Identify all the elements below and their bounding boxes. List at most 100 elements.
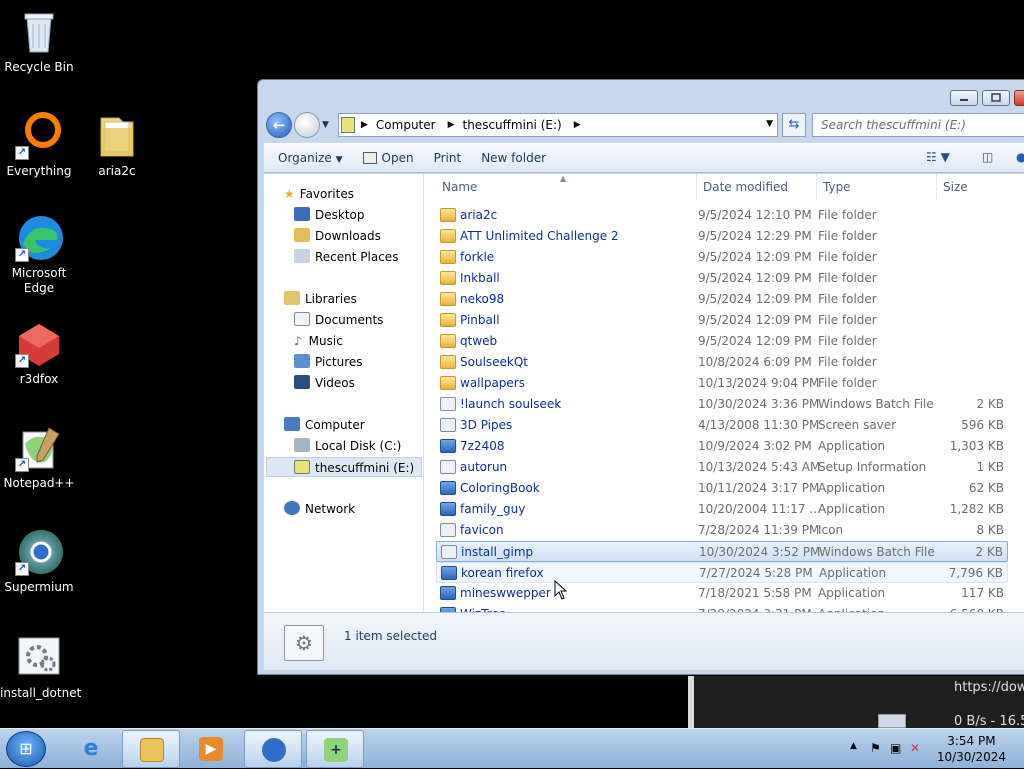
address-segment-drive[interactable]: thescuffmini (E:) bbox=[463, 118, 562, 132]
file-row[interactable]: neko98 9/5/2024 12:09 PM File folder bbox=[436, 289, 1008, 310]
taskbar-supermium[interactable] bbox=[244, 730, 302, 768]
maximize-button[interactable] bbox=[982, 90, 1010, 106]
column-divider[interactable] bbox=[696, 174, 697, 200]
clock[interactable]: 3:54 PM 10/30/2024 bbox=[937, 733, 1006, 765]
file-row[interactable]: korean firefox 7/27/2024 5:28 PM Applicati… bbox=[436, 562, 1008, 583]
address-bar[interactable]: ▶ Computer ▶ thescuffmini (E:) ▶ ▼ bbox=[338, 113, 778, 137]
file-row[interactable]: !launch soulseek 10/30/2024 3:36 PM Window… bbox=[436, 394, 1008, 415]
open-button[interactable]: Open bbox=[362, 151, 414, 165]
file-size: 2 KB bbox=[975, 545, 1003, 559]
file-type: Application bbox=[818, 604, 885, 612]
taskbar-notepadpp[interactable]: + bbox=[306, 730, 364, 768]
column-header-name[interactable]: Name bbox=[442, 180, 477, 194]
new-folder-button[interactable]: New folder bbox=[481, 151, 546, 165]
column-header-size[interactable]: Size bbox=[943, 180, 968, 194]
nav-videos[interactable]: Videos bbox=[294, 373, 355, 393]
desktop-icon-notepadpp[interactable]: ↗ Notepad++ bbox=[0, 424, 78, 491]
file-row[interactable]: 7z2408 10/9/2024 3:02 PM Application 1,303 … bbox=[436, 436, 1008, 457]
desktop-icon-aria2c[interactable]: aria2c bbox=[78, 112, 156, 179]
nav-favorites[interactable]: ★ Favorites bbox=[284, 184, 354, 204]
back-button[interactable]: ← bbox=[266, 112, 292, 138]
file-row[interactable]: install_gimp 10/30/2024 3:52 PM Windows Ba… bbox=[436, 541, 1008, 562]
preview-pane-button[interactable]: ◫ bbox=[982, 150, 993, 164]
file-type: Application bbox=[818, 439, 886, 453]
search-input[interactable]: Search thescuffmini (E:) bbox=[812, 113, 1024, 137]
nav-documents[interactable]: Documents bbox=[294, 310, 383, 330]
file-row[interactable]: Inkball 9/5/2024 12:09 PM File folder bbox=[436, 268, 1008, 289]
address-chevron-icon[interactable]: ▶ bbox=[574, 120, 581, 130]
file-row[interactable]: WizTree 7/29/2024 3:31 PM Application 6,560… bbox=[436, 604, 1008, 612]
drive-icon bbox=[294, 460, 310, 474]
start-button[interactable]: ⊞ bbox=[6, 731, 46, 767]
close-button[interactable] bbox=[1014, 90, 1024, 106]
desktop-icon bbox=[294, 207, 310, 221]
nav-music[interactable]: ♪ Music bbox=[294, 331, 343, 351]
file-row[interactable]: mineswwepper 7/18/2021 5:58 PM Application… bbox=[436, 583, 1008, 604]
file-row[interactable]: 3D Pipes 4/13/2008 11:30 PM Screen saver 59… bbox=[436, 415, 1008, 436]
file-row[interactable]: wallpapers 10/13/2024 9:04 PM File folder bbox=[436, 373, 1008, 394]
desktop-icon-everything[interactable]: ↗ Everything bbox=[0, 112, 78, 179]
action-center-flag-icon[interactable]: ⚑ bbox=[870, 741, 881, 755]
nav-pictures[interactable]: Pictures bbox=[294, 352, 363, 372]
help-button[interactable]: ● bbox=[1016, 150, 1024, 164]
forward-button[interactable] bbox=[294, 112, 320, 138]
file-list[interactable]: Name ▲ Date modified Type Size aria2c 9/5… bbox=[424, 174, 1024, 612]
address-segment-computer[interactable]: Computer bbox=[376, 118, 436, 132]
network-tray-icon[interactable]: ▣ bbox=[890, 741, 901, 755]
column-divider[interactable] bbox=[816, 174, 817, 200]
column-divider[interactable] bbox=[936, 174, 937, 200]
view-options-button[interactable]: ☷ ▼ bbox=[926, 150, 950, 164]
organize-button[interactable]: Organize ▼ bbox=[278, 151, 343, 165]
column-header-type[interactable]: Type bbox=[823, 180, 851, 194]
minimize-button[interactable] bbox=[950, 90, 978, 106]
file-row[interactable]: favicon 7/28/2024 11:39 PM Icon 8 KB bbox=[436, 520, 1008, 541]
desktop-icon-install-dotnet[interactable]: install_dotnet bbox=[0, 634, 81, 701]
background-console-window[interactable]: https://dow 0 B/s - 16.5 bbox=[688, 676, 1024, 729]
desktop-icon-supermium[interactable]: ↗ Supermium bbox=[0, 528, 78, 595]
taskbar-media-player[interactable]: ▶ bbox=[182, 730, 240, 768]
file-row[interactable]: ATT Unlimited Challenge 2 9/5/2024 12:29 … bbox=[436, 226, 1008, 247]
folder-icon bbox=[440, 334, 456, 348]
file-row[interactable]: forkle 9/5/2024 12:09 PM File folder bbox=[436, 247, 1008, 268]
column-header-date[interactable]: Date modified bbox=[703, 180, 788, 194]
file-date: 9/5/2024 12:09 PM bbox=[698, 313, 812, 327]
file-row[interactable]: Pinball 9/5/2024 12:09 PM File folder bbox=[436, 310, 1008, 331]
nav-desktop[interactable]: Desktop bbox=[294, 205, 365, 225]
recent-pages-dropdown[interactable]: ▼ bbox=[322, 120, 329, 130]
file-row[interactable]: SoulseekQt 10/8/2024 6:09 PM File folder bbox=[436, 352, 1008, 373]
nav-downloads[interactable]: Downloads bbox=[294, 226, 381, 246]
print-button[interactable]: Print bbox=[434, 151, 462, 165]
desktop-icon-microsoft-edge[interactable]: ↗ Microsoft Edge bbox=[0, 214, 78, 296]
file-type: File folder bbox=[818, 334, 877, 348]
volume-muted-icon[interactable]: ✕ bbox=[910, 741, 920, 755]
refresh-button[interactable]: ⇆ bbox=[782, 113, 806, 137]
desktop-icon-recycle-bin[interactable]: Recycle Bin bbox=[0, 8, 78, 75]
nav-libraries[interactable]: Libraries bbox=[284, 289, 357, 309]
nav-local-disk[interactable]: Local Disk (C:) bbox=[294, 436, 401, 456]
taskbar-explorer[interactable] bbox=[122, 730, 180, 768]
videos-icon bbox=[294, 375, 310, 389]
title-bar[interactable] bbox=[258, 80, 1024, 112]
supermium-icon: ↗ bbox=[15, 528, 63, 576]
file-row[interactable]: autorun 10/13/2024 5:43 AM Setup Informati… bbox=[436, 457, 1008, 478]
nav-network[interactable]: Network bbox=[284, 499, 355, 519]
nav-recent-places[interactable]: Recent Places bbox=[294, 247, 398, 267]
address-chevron-icon[interactable]: ▶ bbox=[448, 120, 455, 130]
file-row[interactable]: qtweb 9/5/2024 12:09 PM File folder bbox=[436, 331, 1008, 352]
explorer-window[interactable]: ← ▼ ▶ Computer ▶ thescuffmini (E:) ▶ ▼ ⇆… bbox=[257, 79, 1024, 675]
folder-icon bbox=[440, 229, 456, 243]
address-chevron-icon[interactable]: ▶ bbox=[361, 120, 368, 130]
explorer-body: ★ Favorites Desktop Downloads Recent Plac… bbox=[264, 174, 1024, 612]
nav-thescuffmini[interactable]: thescuffmini (E:) bbox=[266, 457, 422, 477]
file-row[interactable]: aria2c 9/5/2024 12:10 PM File folder bbox=[436, 205, 1008, 226]
nav-computer[interactable]: Computer bbox=[284, 415, 365, 435]
desktop-icon-r3dfox[interactable]: ↗ r3dfox bbox=[0, 320, 78, 387]
file-name: family_guy bbox=[460, 502, 526, 516]
address-dropdown-icon[interactable]: ▼ bbox=[766, 119, 773, 129]
file-row[interactable]: ColoringBook 10/11/2024 3:17 PM Applicatio… bbox=[436, 478, 1008, 499]
file-name: mineswwepper bbox=[460, 586, 551, 600]
file-name: aria2c bbox=[460, 208, 498, 222]
show-hidden-icons-button[interactable]: ▲ bbox=[850, 741, 857, 751]
file-row[interactable]: family_guy 10/20/2004 11:17 ... Applicatio… bbox=[436, 499, 1008, 520]
taskbar-internet-explorer[interactable]: e bbox=[62, 730, 120, 768]
